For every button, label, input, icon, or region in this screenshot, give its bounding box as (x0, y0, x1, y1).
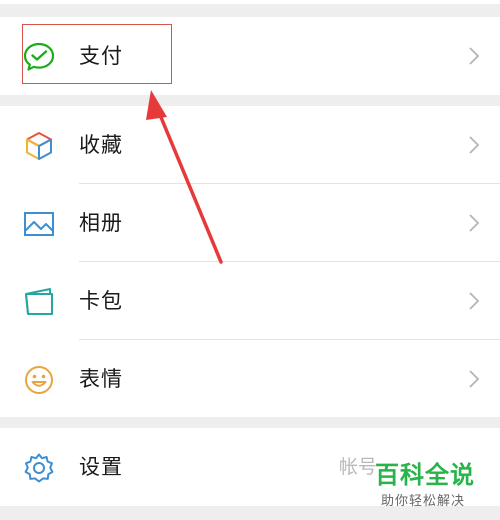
menu-item-settings-label: 设置 (79, 455, 123, 479)
card-wallet-icon (25, 288, 53, 315)
smiley-icon (25, 366, 53, 394)
menu-item-favorites[interactable]: 收藏 (0, 106, 500, 184)
menu-group-content: 收藏 相册 卡包 表情 (0, 106, 500, 417)
menu-item-album-label: 相册 (79, 211, 123, 235)
gear-icon (24, 453, 54, 483)
menu-item-stickers-label: 表情 (79, 367, 123, 391)
album-image-icon (24, 212, 54, 236)
watermark-title: 百科全说 (375, 461, 475, 489)
annotation-highlight-box (22, 24, 172, 84)
chevron-right-icon (469, 214, 480, 232)
chevron-right-icon (469, 292, 480, 310)
chevron-right-icon (469, 370, 480, 388)
menu-item-favorites-label: 收藏 (79, 133, 123, 157)
top-strip (0, 0, 500, 4)
menu-item-album[interactable]: 相册 (0, 184, 500, 262)
chevron-right-icon (469, 136, 480, 154)
menu-item-cards[interactable]: 卡包 (0, 262, 500, 340)
watermark-subtitle: 助你轻松解决 (381, 494, 466, 509)
favorites-cube-icon (26, 132, 52, 160)
chevron-right-icon (469, 47, 480, 65)
settings-hint-text: 帐号 (339, 456, 378, 478)
menu-item-stickers[interactable]: 表情 (0, 340, 500, 418)
menu-item-cards-label: 卡包 (79, 289, 123, 313)
